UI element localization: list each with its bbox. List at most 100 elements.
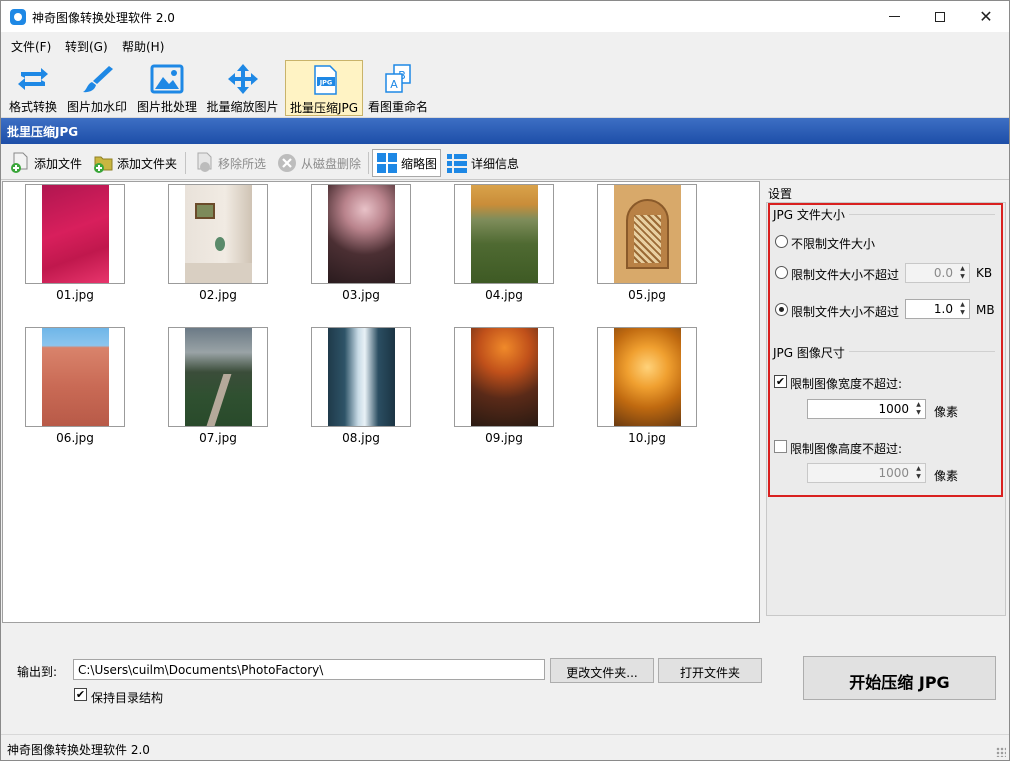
remove-file-icon — [197, 152, 212, 172]
thumbnail-item[interactable]: 01.jpg — [25, 184, 125, 302]
detail-view-label: 详细信息 — [471, 156, 520, 171]
delete-from-disk-label: 从磁盘删除 — [301, 156, 362, 171]
add-folder-icon — [94, 156, 113, 173]
add-folder-label: 添加文件夹 — [117, 156, 178, 171]
tool-batch-process[interactable]: 图片批处理 — [134, 60, 200, 116]
list-view-icon — [447, 154, 467, 173]
delete-circle-icon — [278, 154, 296, 172]
change-folder-button[interactable]: 更改文件夹... — [550, 658, 654, 683]
thumbnail-frame — [168, 184, 268, 284]
photo-golden-forest — [613, 328, 681, 426]
tool-watermark[interactable]: 图片加水印 — [65, 60, 129, 116]
thumbnail-list[interactable]: 01.jpg 02.jpg 03.jpg 04.jpg 05.jpg 06.jp… — [2, 181, 760, 623]
photo-woman-flowers — [327, 185, 395, 283]
thumbnail-item[interactable]: 05.jpg — [597, 184, 697, 302]
remove-selected-label: 移除所选 — [218, 156, 267, 171]
photo-snowy-forest — [327, 328, 395, 426]
status-text: 神奇图像转换处理软件 2.0 — [7, 743, 150, 757]
photo-red-flowers — [41, 185, 109, 283]
thumbnail-filename: 03.jpg — [342, 288, 380, 302]
section-header: 批里压缩JPG — [1, 118, 1009, 144]
output-path-field[interactable]: C:\Users\cuilm\Documents\PhotoFactory\ — [73, 659, 545, 680]
picture-icon — [150, 64, 184, 94]
rotate-arrows-icon — [18, 68, 48, 90]
tool-label: 图片批处理 — [136, 100, 197, 114]
thumbnail-filename: 09.jpg — [485, 431, 523, 445]
remove-selected-button[interactable]: 移除所选 — [190, 149, 269, 177]
thumbnail-item[interactable]: 04.jpg — [454, 184, 554, 302]
tool-label: 批量缩放图片 — [206, 100, 279, 114]
close-button[interactable]: ✕ — [963, 1, 1009, 32]
minimize-icon — [888, 16, 900, 17]
tool-label: 图片加水印 — [66, 100, 127, 114]
photo-arch-window — [613, 185, 681, 283]
resize-grip-icon[interactable] — [996, 747, 1006, 757]
menu-help[interactable]: 帮助(H) — [122, 38, 164, 55]
thumbnail-item[interactable]: 06.jpg — [25, 327, 125, 445]
main-toolbar: 格式转换 图片加水印 图片批处理 批量缩放图片 JPG 批量压缩JPG A 看图… — [1, 58, 1009, 118]
tool-batch-compress-jpg[interactable]: JPG 批量压缩JPG — [285, 60, 363, 116]
photo-autumn-street — [470, 328, 538, 426]
output-label: 输出到: — [17, 665, 58, 679]
maximize-button[interactable] — [917, 1, 963, 32]
file-toolbar: 添加文件 添加文件夹 移除所选 从磁盘删除 缩略图 详细信息 — [1, 146, 1009, 180]
thumbnail-item[interactable]: 03.jpg — [311, 184, 411, 302]
detail-view-button[interactable]: 详细信息 — [443, 149, 522, 177]
toolbar-divider — [368, 152, 369, 174]
title-bar: 神奇图像转换处理软件 2.0 ✕ — [1, 1, 1009, 32]
thumbnail-filename: 06.jpg — [56, 431, 94, 445]
toolbar-divider — [185, 152, 186, 174]
highlight-box — [768, 203, 1003, 497]
status-bar: 神奇图像转换处理软件 2.0 — [1, 734, 1009, 760]
photo-boardwalk-lotus — [184, 328, 252, 426]
thumbnail-item[interactable]: 08.jpg — [311, 327, 411, 445]
svg-text:A: A — [390, 78, 398, 91]
minimize-button[interactable] — [871, 1, 917, 32]
thumbnail-item[interactable]: 09.jpg — [454, 327, 554, 445]
thumbnail-frame — [597, 184, 697, 284]
window-title: 神奇图像转换处理软件 2.0 — [32, 11, 175, 25]
tool-view-rename[interactable]: B A 看图重命名 — [367, 60, 429, 116]
thumbnail-frame — [311, 327, 411, 427]
move-arrows-icon — [227, 64, 258, 94]
open-folder-button[interactable]: 打开文件夹 — [658, 658, 762, 683]
maximize-icon — [935, 11, 945, 22]
tool-format-convert[interactable]: 格式转换 — [5, 60, 61, 116]
grid-view-icon — [377, 153, 397, 173]
thumbnail-filename: 02.jpg — [199, 288, 237, 302]
add-folder-button[interactable]: 添加文件夹 — [89, 149, 180, 177]
thumbnail-filename: 08.jpg — [342, 431, 380, 445]
thumbnail-item[interactable]: 10.jpg — [597, 327, 697, 445]
thumbnail-filename: 01.jpg — [56, 288, 94, 302]
menu-file[interactable]: 文件(F) — [11, 38, 51, 55]
rename-ab-icon: B A — [385, 64, 411, 93]
tool-label: 批量压缩JPG — [289, 101, 359, 115]
start-compress-button[interactable]: 开始压缩 JPG — [803, 656, 996, 700]
photo-lake-meadow — [470, 185, 538, 283]
tool-label: 格式转换 — [8, 100, 57, 114]
thumbnail-filename: 04.jpg — [485, 288, 523, 302]
thumbnail-frame — [25, 327, 125, 427]
svg-text:JPG: JPG — [319, 79, 333, 87]
photo-room-wall — [184, 185, 252, 283]
thumbnail-item[interactable]: 07.jpg — [168, 327, 268, 445]
add-file-button[interactable]: 添加文件 — [6, 149, 85, 177]
thumbnail-frame — [25, 184, 125, 284]
thumbnail-item[interactable]: 02.jpg — [168, 184, 268, 302]
thumbnail-frame — [597, 327, 697, 427]
add-file-icon — [11, 152, 28, 173]
add-file-label: 添加文件 — [34, 156, 83, 171]
delete-from-disk-button[interactable]: 从磁盘删除 — [273, 149, 364, 177]
photo-palace-facade — [41, 328, 109, 426]
menu-bar: 文件(F) 转到(G) 帮助(H) — [1, 32, 1009, 58]
keep-structure-checkbox[interactable]: ✔ — [74, 688, 87, 701]
tool-label: 看图重命名 — [367, 100, 428, 114]
brush-icon — [83, 66, 113, 93]
thumbnail-filename: 05.jpg — [628, 288, 666, 302]
thumbnail-view-button[interactable]: 缩略图 — [372, 149, 442, 177]
menu-goto[interactable]: 转到(G) — [65, 38, 108, 55]
tool-batch-resize[interactable]: 批量缩放图片 — [204, 60, 281, 116]
output-area: 输出到: C:\Users\cuilm\Documents\PhotoFacto… — [1, 624, 1009, 734]
close-icon: ✕ — [979, 7, 993, 26]
thumbnail-view-label: 缩略图 — [401, 156, 438, 171]
